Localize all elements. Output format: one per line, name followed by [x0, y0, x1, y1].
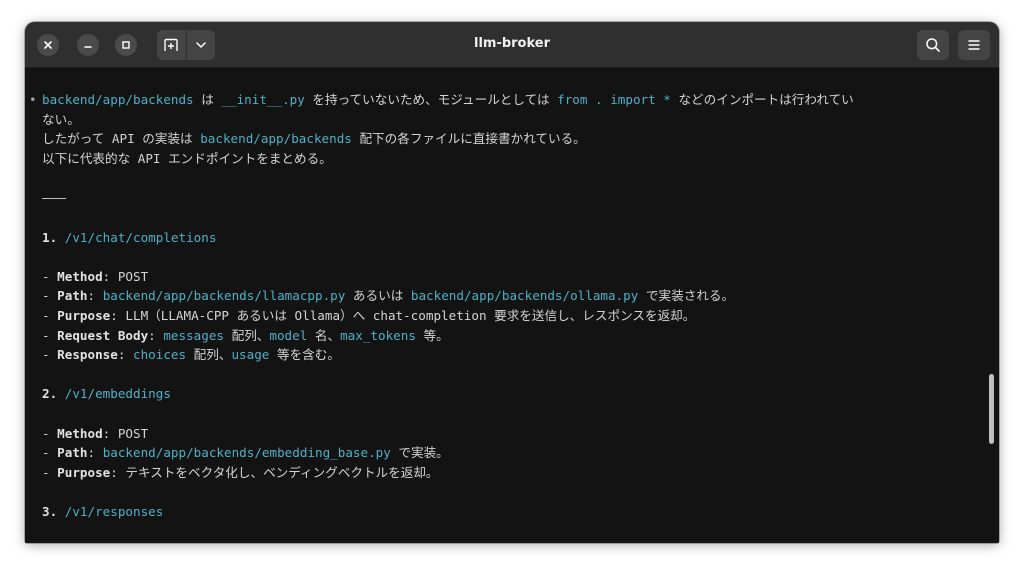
new-tab-button[interactable] — [157, 30, 186, 60]
list-item-method: - Method: POST — [42, 267, 148, 287]
maximize-icon — [122, 41, 130, 49]
list-item-method: - Method: POST — [42, 424, 148, 444]
code-file-path: backend/app/backends/embedding_base.py — [102, 445, 391, 461]
code-field: model — [269, 327, 308, 343]
close-button[interactable] — [37, 34, 59, 56]
list-item-purpose: - Purpose: LLM（LLAMA-CPP あるいは Ollama）へ c… — [42, 306, 695, 326]
colon: : — [87, 445, 103, 461]
endpoint-path: /v1/responses — [64, 504, 164, 519]
dash: - — [42, 268, 58, 284]
dash: - — [42, 327, 58, 343]
list-item-purpose: - Purpose: テキストをベクタ化し、ベンディングベクトルを返却。 — [42, 463, 439, 483]
text: は — [193, 92, 222, 107]
dash: - — [42, 288, 58, 304]
hamburger-menu-icon — [968, 40, 980, 50]
field-label: Path — [57, 445, 88, 461]
code-field: messages — [163, 327, 225, 343]
field-label: Purpose — [57, 464, 111, 480]
field-label: Response — [57, 347, 118, 363]
text: 配列、 — [186, 347, 232, 363]
search-button[interactable] — [917, 30, 949, 60]
title-bar: llm-broker — [25, 22, 999, 68]
field-value: POST — [117, 268, 149, 284]
code-file-path: backend/app/backends/llamacpp.py — [102, 288, 346, 304]
list-item-response: - Response: choices 配列、usage 等を含む。 — [42, 345, 340, 365]
field-label: Request Body — [57, 327, 149, 343]
horizontal-rule — [42, 198, 66, 199]
code-import-statement: from . import * — [557, 92, 671, 107]
section-number: 3. — [42, 504, 58, 519]
colon: : — [87, 288, 103, 304]
code-backends-path: backend/app/backends — [200, 131, 352, 147]
section-heading-embeddings: 2. /v1/embeddings — [42, 384, 171, 404]
section-heading-chat-completions: 1. /v1/chat/completions — [42, 228, 216, 248]
terminal-line-intro-cont: ない。 — [42, 111, 80, 127]
new-tab-icon — [164, 38, 178, 51]
terminal-line-intro: backend/app/backends は __init__.py を持ってい… — [42, 90, 854, 110]
dash: - — [42, 464, 58, 480]
text: を持っていないため、モジュールとしては — [304, 92, 558, 107]
endpoint-path: /v1/chat/completions — [64, 229, 217, 245]
text: 名、 — [307, 327, 341, 343]
scrollbar-thumb[interactable] — [989, 374, 994, 444]
text: 等。 — [415, 327, 449, 343]
text: 配下の各ファイルに直接書かれている。 — [351, 131, 586, 147]
colon: : — [117, 347, 134, 363]
code-field: max_tokens — [340, 327, 416, 343]
field-label: Purpose — [57, 308, 111, 323]
code-field: choices — [133, 347, 187, 363]
list-item-path: - Path: backend/app/backends/embedding_b… — [42, 443, 449, 463]
text: で実装される。 — [638, 288, 735, 304]
text: 等を含む。 — [269, 347, 340, 363]
dash: - — [42, 308, 58, 323]
list-item-request-body: - Request Body: messages 配列、model 名、max_… — [42, 326, 449, 346]
field-label: Path — [57, 288, 88, 304]
terminal-output[interactable]: • backend/app/backends は __init__.py を持っ… — [25, 68, 999, 543]
minimize-icon — [84, 46, 92, 48]
maximize-button[interactable] — [115, 34, 137, 56]
field-label: Method — [57, 268, 103, 284]
code-backends-path: backend/app/backends — [42, 92, 194, 107]
field-value: LLM（LLAMA-CPP あるいは Ollama）へ chat-complet… — [125, 308, 696, 323]
chevron-down-icon — [196, 42, 206, 48]
text: で実装。 — [390, 445, 449, 461]
colon: : — [148, 327, 164, 343]
tab-controls — [157, 30, 215, 60]
minimize-button[interactable] — [77, 34, 99, 56]
close-icon — [44, 41, 52, 49]
colon: : — [110, 464, 126, 480]
code-field: usage — [231, 347, 270, 363]
dash: - — [42, 347, 58, 363]
endpoint-path: /v1/embeddings — [64, 386, 171, 402]
colon: : — [102, 425, 118, 441]
main-menu-button[interactable] — [958, 30, 990, 60]
list-item-path: - Path: backend/app/backends/llamacpp.py… — [42, 286, 734, 306]
field-label: Method — [57, 425, 103, 441]
text: あるいは — [345, 288, 411, 304]
terminal-window: llm-broker • backend/app/backends は __in… — [25, 22, 999, 543]
dash: - — [42, 425, 58, 441]
colon: : — [102, 268, 118, 284]
section-heading-responses: 3. /v1/responses — [42, 502, 163, 522]
code-file-path: backend/app/backends/ollama.py — [410, 288, 639, 304]
colon: : — [110, 308, 126, 323]
field-value: テキストをベクタ化し、ベンディングベクトルを返却。 — [125, 464, 439, 480]
field-value: POST — [117, 425, 149, 441]
section-number: 1. — [42, 229, 58, 245]
terminal-line-3: したがって API の実装は backend/app/backends 配下の各… — [42, 129, 586, 149]
dash: - — [42, 445, 58, 461]
text: などのインポートは行われてい — [670, 92, 854, 107]
text: 配列、 — [224, 327, 270, 343]
tab-menu-button[interactable] — [187, 30, 216, 60]
code-init-file: __init__.py — [221, 92, 305, 107]
terminal-line-4: 以下に代表的な API エンドポイントをまとめる。 — [42, 150, 332, 166]
text: したがって API の実装は — [42, 131, 201, 147]
search-icon — [926, 38, 940, 52]
list-bullet: • — [29, 92, 37, 107]
section-number: 2. — [42, 386, 58, 402]
